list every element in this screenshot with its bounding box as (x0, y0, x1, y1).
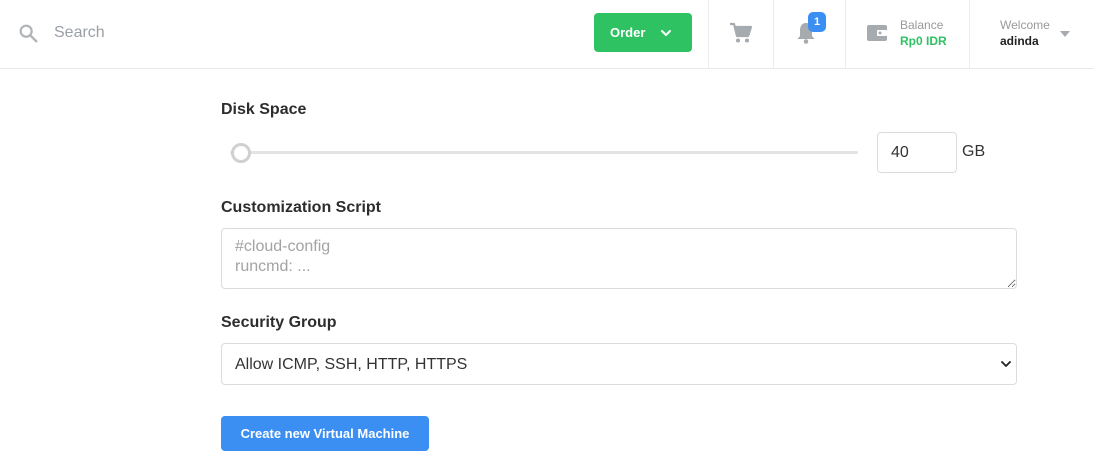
divider (969, 0, 970, 69)
username[interactable]: adinda (1000, 34, 1039, 48)
caret-down-icon[interactable] (1059, 30, 1071, 38)
disk-space-unit: GB (962, 143, 986, 160)
search-input[interactable] (54, 18, 474, 48)
disk-space-slider-thumb[interactable] (231, 143, 251, 163)
divider (845, 0, 846, 69)
wallet-icon (867, 25, 887, 41)
balance-label: Balance (900, 18, 944, 32)
top-bar: Order 1 Balance Rp0 IDR Welcome adinda (0, 0, 1094, 69)
customization-script-label: Customization Script (221, 199, 382, 216)
customization-script-textarea[interactable] (221, 228, 1017, 289)
security-group-select[interactable]: Allow ICMP, SSH, HTTP, HTTPS (221, 343, 1017, 385)
welcome-label: Welcome (1000, 18, 1050, 32)
chevron-down-icon (661, 30, 671, 36)
disk-space-label: Disk Space (221, 101, 307, 118)
order-button[interactable]: Order (594, 13, 692, 52)
security-group-selected-value: Allow ICMP, SSH, HTTP, HTTPS (235, 356, 468, 373)
security-group-label: Security Group (221, 314, 337, 331)
divider (708, 0, 709, 69)
notification-badge: 1 (808, 12, 826, 32)
balance-value: Rp0 IDR (900, 34, 947, 48)
chevron-down-icon (1001, 361, 1011, 367)
cart-icon[interactable] (729, 22, 753, 44)
search-icon (19, 24, 38, 43)
order-button-label: Order (610, 25, 646, 40)
disk-space-input[interactable] (877, 132, 957, 173)
create-vm-button[interactable]: Create new Virtual Machine (221, 416, 429, 451)
disk-space-slider-track[interactable] (230, 151, 858, 154)
divider (773, 0, 774, 69)
